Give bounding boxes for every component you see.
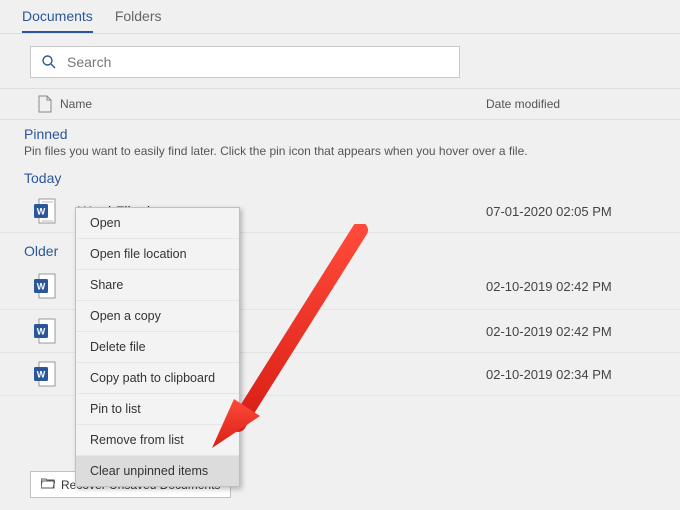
svg-text:W: W	[37, 207, 46, 217]
search-box[interactable]	[30, 46, 460, 78]
tab-documents[interactable]: Documents	[22, 4, 93, 33]
menu-copy-path[interactable]: Copy path to clipboard	[76, 363, 239, 394]
file-date: 02-10-2019 02:42 PM	[486, 279, 656, 294]
menu-open[interactable]: Open	[76, 208, 239, 239]
menu-remove-from-list[interactable]: Remove from list	[76, 425, 239, 456]
section-pinned: Pinned Pin files you want to easily find…	[0, 120, 680, 164]
column-headers: Name Date modified	[0, 88, 680, 120]
menu-share[interactable]: Share	[76, 270, 239, 301]
svg-text:W: W	[37, 327, 46, 337]
svg-text:W: W	[37, 282, 46, 292]
word-file-icon: W	[34, 273, 56, 299]
column-name-label: Name	[60, 97, 92, 111]
file-date: 02-10-2019 02:42 PM	[486, 324, 656, 339]
column-date-label: Date modified	[486, 97, 656, 111]
tabs-bar: Documents Folders	[0, 0, 680, 34]
document-icon	[38, 95, 52, 113]
svg-text:W: W	[37, 370, 46, 380]
word-file-icon: W	[34, 361, 56, 387]
search-icon	[41, 54, 57, 70]
menu-clear-unpinned[interactable]: Clear unpinned items	[76, 456, 239, 486]
section-title-today: Today	[24, 170, 656, 186]
menu-open-a-copy[interactable]: Open a copy	[76, 301, 239, 332]
section-today: Today	[0, 164, 680, 190]
menu-delete-file[interactable]: Delete file	[76, 332, 239, 363]
word-file-icon: W	[34, 318, 56, 344]
word-file-icon: W	[34, 198, 56, 224]
section-title-pinned: Pinned	[24, 126, 656, 142]
search-input[interactable]	[67, 54, 449, 70]
file-date: 02-10-2019 02:34 PM	[486, 367, 656, 382]
menu-pin-to-list[interactable]: Pin to list	[76, 394, 239, 425]
menu-open-file-location[interactable]: Open file location	[76, 239, 239, 270]
folder-open-icon	[41, 477, 55, 492]
file-date: 07-01-2020 02:05 PM	[486, 204, 656, 219]
section-desc-pinned: Pin files you want to easily find later.…	[24, 144, 656, 158]
context-menu: Open Open file location Share Open a cop…	[75, 207, 240, 487]
tab-folders[interactable]: Folders	[115, 4, 162, 33]
